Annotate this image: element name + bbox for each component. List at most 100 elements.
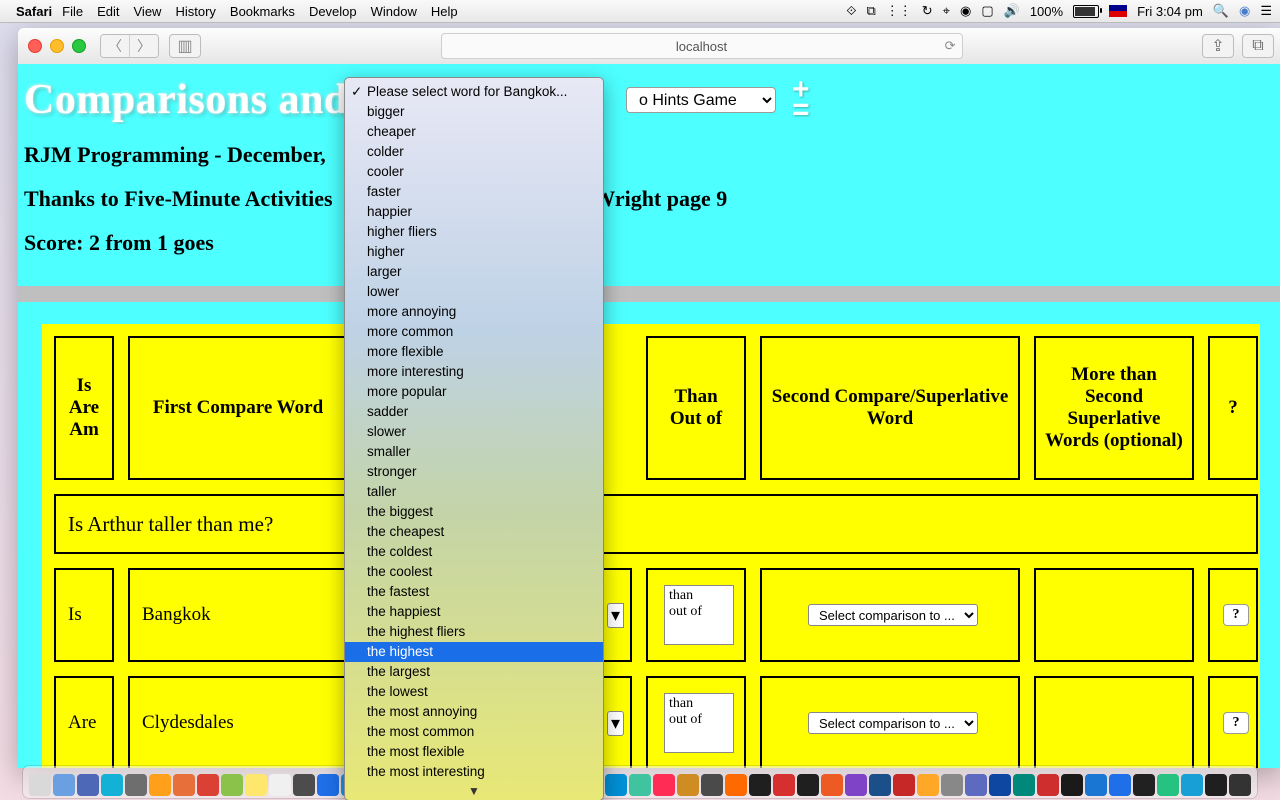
menu-window[interactable]: Window [371,4,417,19]
dock-app-icon[interactable] [605,774,627,796]
macos-menubar[interactable]: Safari File Edit View History Bookmarks … [0,0,1280,23]
dock-app-icon[interactable] [1157,774,1179,796]
dock-app-icon[interactable] [845,774,867,796]
menubar-clock[interactable]: Fri 3:04 pm [1137,4,1203,19]
macos-dock[interactable] [23,766,1257,798]
show-tabs-button[interactable]: ⧉ [1242,34,1274,58]
airplay-icon[interactable]: ▢ [981,3,993,19]
question-button[interactable]: ? [1223,604,1249,626]
status-icon[interactable]: ⧉ [866,3,875,19]
menu-file[interactable]: File [62,4,83,19]
second-comparison-select[interactable]: Select comparison to ... [808,712,978,734]
dropdown-option[interactable]: the fastest [345,582,603,602]
dropdown-option[interactable]: the most flexible [345,742,603,762]
dropdown-option[interactable]: higher fliers [345,222,603,242]
dock-app-icon[interactable] [1037,774,1059,796]
dropdown-option[interactable]: the highest fliers [345,622,603,642]
dropdown-option[interactable]: colder [345,142,603,162]
input-locale-flag-icon[interactable] [1109,5,1127,17]
dock-app-icon[interactable] [773,774,795,796]
active-app-name[interactable]: Safari [16,4,52,19]
dropdown-option[interactable]: more interesting [345,362,603,382]
dropdown-option[interactable]: the cheapest [345,522,603,542]
dropdown-option[interactable]: the biggest [345,502,603,522]
dropdown-option[interactable]: higher [345,242,603,262]
dock-app-icon[interactable] [1133,774,1155,796]
dropdown-option[interactable]: the coldest [345,542,603,562]
back-button[interactable]: 〈 [101,35,129,57]
minimize-window-icon[interactable] [50,39,64,53]
dropdown-option[interactable]: the happiest [345,602,603,622]
dock-app-icon[interactable] [173,774,195,796]
status-icon[interactable]: ⟐ [846,3,856,19]
question-cell[interactable]: ? [1208,676,1258,768]
dropdown-option[interactable]: taller [345,482,603,502]
dock-app-icon[interactable] [1205,774,1227,796]
dropdown-option[interactable]: happier [345,202,603,222]
dock-app-icon[interactable] [1061,774,1083,796]
dropdown-placeholder[interactable]: Please select word for Bangkok... [345,82,603,102]
dock-app-icon[interactable] [245,774,267,796]
dropdown-scroll-down-icon[interactable]: ▼ [345,782,603,798]
dock-app-icon[interactable] [77,774,99,796]
nav-back-forward[interactable]: 〈 〉 [100,34,159,58]
dock-app-icon[interactable] [1085,774,1107,796]
dock-app-icon[interactable] [29,774,51,796]
dock-app-icon[interactable] [125,774,147,796]
zoom-window-icon[interactable] [72,39,86,53]
address-bar[interactable]: localhost ⟳ [441,33,963,59]
dock-app-icon[interactable] [629,774,651,796]
dock-app-icon[interactable] [701,774,723,796]
dropdown-option[interactable]: the largest [345,662,603,682]
stack-control-icon[interactable]: += [792,80,810,120]
status-icon[interactable]: ⋮⋮ [886,3,912,19]
dock-app-icon[interactable] [1181,774,1203,796]
second-comparison-select[interactable]: Select comparison to ... [808,604,978,626]
dropdown-option[interactable]: the most annoying [345,702,603,722]
menu-bookmarks[interactable]: Bookmarks [230,4,295,19]
dropdown-option[interactable]: lower [345,282,603,302]
dock-app-icon[interactable] [941,774,963,796]
dropdown-option[interactable]: bigger [345,102,603,122]
menu-view[interactable]: View [134,4,162,19]
dock-app-icon[interactable] [653,774,675,796]
siri-icon[interactable]: ◉ [1239,3,1250,19]
close-window-icon[interactable] [28,39,42,53]
dropdown-option[interactable]: more flexible [345,342,603,362]
dock-app-icon[interactable] [677,774,699,796]
second-word-cell[interactable]: Select comparison to ... [760,676,1020,768]
menu-develop[interactable]: Develop [309,4,357,19]
dock-app-icon[interactable] [149,774,171,796]
dock-app-icon[interactable] [749,774,771,796]
dropdown-option[interactable]: more annoying [345,302,603,322]
dock-app-icon[interactable] [269,774,291,796]
dropdown-option[interactable]: the coolest [345,562,603,582]
dropdown-option[interactable]: faster [345,182,603,202]
dropdown-option[interactable]: slower [345,422,603,442]
hints-mode-select[interactable]: o Hints Game [626,87,776,113]
dock-app-icon[interactable] [725,774,747,796]
dropdown-option[interactable]: the most common [345,722,603,742]
battery-icon[interactable] [1073,5,1099,18]
volume-icon[interactable]: 🔊 [1004,3,1020,19]
question-cell[interactable]: ? [1208,568,1258,662]
dropdown-option[interactable]: more common [345,322,603,342]
comparison-word-dropdown[interactable]: Please select word for Bangkok... bigger… [344,77,604,800]
dock-app-icon[interactable] [221,774,243,796]
dock-app-icon[interactable] [797,774,819,796]
dropdown-option[interactable]: stronger [345,462,603,482]
dock-app-icon[interactable] [197,774,219,796]
dropdown-option[interactable]: larger [345,262,603,282]
dock-app-icon[interactable] [917,774,939,796]
bluetooth-icon[interactable]: ⌖ [943,3,950,19]
second-word-cell[interactable]: Select comparison to ... [760,568,1020,662]
reload-icon[interactable]: ⟳ [945,38,956,54]
dock-app-icon[interactable] [869,774,891,796]
wifi-icon[interactable]: ◉ [960,3,971,19]
menu-help[interactable]: Help [431,4,458,19]
dock-app-icon[interactable] [293,774,315,796]
select-stub[interactable]: ▾ [607,603,624,628]
show-sidebar-button[interactable]: ▥ [169,34,201,58]
spotlight-icon[interactable]: 🔍 [1213,3,1229,19]
than-cell[interactable]: than out of [646,568,746,662]
